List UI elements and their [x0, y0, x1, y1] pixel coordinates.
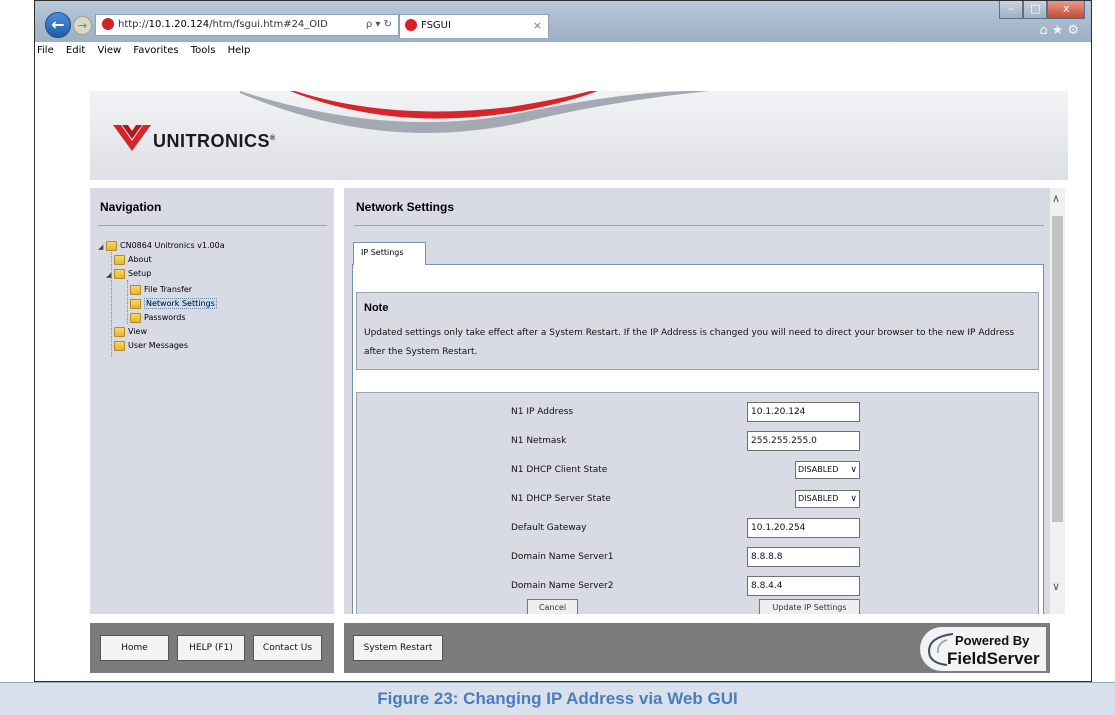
minimize-button[interactable]: –: [999, 1, 1024, 19]
page-content: UNITRONICS® Navigation ◢ CN0864 Unitronic…: [90, 61, 1068, 681]
back-button[interactable]: ←: [45, 12, 71, 38]
field-label: N1 IP Address: [511, 407, 574, 417]
forward-button[interactable]: →: [73, 16, 92, 35]
tree-item-passwords[interactable]: Passwords: [130, 312, 186, 324]
powered-by-text: Powered By: [955, 633, 1030, 648]
folder-icon: [114, 327, 125, 337]
url-prefix: http://: [118, 19, 149, 30]
url-path: /htm/fsgui.htm#24_OID: [209, 19, 328, 30]
field-label: N1 Netmask: [511, 436, 567, 446]
ip-settings-form: N1 IP Address 10.1.20.124 N1 Netmask 255…: [356, 392, 1039, 614]
contact-us-button[interactable]: Contact Us: [253, 635, 322, 661]
site-favicon-icon: [102, 18, 114, 30]
navigation-panel: Navigation ◢ CN0864 Unitronics v1.00a Abo…: [90, 188, 334, 614]
tab-close-icon[interactable]: ×: [533, 15, 542, 37]
main-panel: Network Settings IP Settings Note Update…: [344, 188, 1050, 614]
fieldserver-logo: Powered By FieldServer: [920, 627, 1046, 671]
scroll-up-icon[interactable]: ∧: [1052, 192, 1060, 205]
tree-line: [127, 280, 128, 324]
page-header: UNITRONICS®: [90, 91, 1068, 180]
menu-tools[interactable]: Tools: [191, 45, 216, 56]
note-title: Note: [364, 302, 389, 314]
update-ip-settings-button[interactable]: Update IP Settings: [759, 599, 860, 614]
forward-arrow-icon: →: [77, 19, 88, 32]
browser-tab[interactable]: FSGUI ×: [399, 14, 549, 38]
browser-window: ← → http://10.1.20.124/htm/fsgui.htm#24_…: [34, 0, 1092, 682]
footer-right: System Restart Powered By FieldServer: [344, 623, 1050, 673]
page-title: Network Settings: [356, 200, 455, 214]
cancel-button[interactable]: Cancel: [527, 599, 578, 614]
default-gateway-input[interactable]: 10.1.20.254: [747, 518, 860, 538]
tree-item-setup[interactable]: ◢ Setup: [106, 268, 151, 280]
field-label: Domain Name Server2: [511, 581, 614, 591]
dns1-input[interactable]: 8.8.8.8: [747, 547, 860, 567]
folder-icon: [130, 285, 141, 295]
tree-item-about[interactable]: About: [114, 254, 152, 266]
back-arrow-icon: ←: [51, 15, 65, 34]
menu-bar: File Edit View Favorites Tools Help: [35, 42, 1091, 61]
dhcp-server-select[interactable]: DISABLED ∨: [795, 490, 860, 508]
ip-settings-panel: Note Updated settings only take effect a…: [352, 264, 1044, 614]
folder-icon: [114, 255, 125, 265]
close-window-button[interactable]: x: [1047, 1, 1085, 19]
field-label: N1 DHCP Client State: [511, 465, 608, 475]
footer-left: Home HELP (F1) Contact Us: [90, 623, 334, 673]
collapse-icon[interactable]: ◢: [106, 269, 114, 281]
menu-file[interactable]: File: [37, 45, 54, 56]
note-text: Updated settings only take effect after …: [364, 328, 1015, 357]
window-controls: – □ x: [999, 1, 1085, 21]
tree-item-root[interactable]: ◢ CN0864 Unitronics v1.00a: [98, 240, 225, 252]
netmask-input[interactable]: 255.255.255.0: [747, 431, 860, 451]
system-restart-button[interactable]: System Restart: [353, 635, 443, 661]
maximize-button[interactable]: □: [1023, 1, 1048, 19]
field-label: N1 DHCP Server State: [511, 494, 611, 504]
home-favorites-settings-icon[interactable]: ⌂★⚙: [1039, 23, 1083, 38]
url-host: 10.1.20.124: [148, 19, 210, 30]
home-button[interactable]: Home: [100, 635, 169, 661]
tab-title: FSGUI: [421, 20, 451, 31]
menu-favorites[interactable]: Favorites: [133, 45, 178, 56]
collapse-icon[interactable]: ◢: [98, 241, 106, 253]
dhcp-client-select[interactable]: DISABLED ∨: [795, 461, 860, 479]
navigation-title: Navigation: [100, 200, 162, 214]
tree-item-view[interactable]: View: [114, 326, 147, 338]
menu-edit[interactable]: Edit: [66, 45, 85, 56]
menu-help[interactable]: Help: [228, 45, 251, 56]
scroll-down-icon[interactable]: ∨: [1052, 580, 1060, 593]
help-button[interactable]: HELP (F1): [177, 635, 245, 661]
ip-address-input[interactable]: 10.1.20.124: [747, 402, 860, 422]
brand-name: UNITRONICS®: [153, 131, 276, 151]
folder-icon: [130, 299, 141, 309]
folder-icon: [130, 313, 141, 323]
field-label: Domain Name Server1: [511, 552, 614, 562]
address-bar[interactable]: http://10.1.20.124/htm/fsgui.htm#24_OID …: [95, 14, 399, 36]
chevron-down-icon: ∨: [850, 494, 857, 504]
menu-view[interactable]: View: [97, 45, 121, 56]
tree-line: [111, 250, 112, 357]
fieldserver-text: FieldServer: [947, 649, 1040, 668]
tree-item-network-settings[interactable]: Network Settings: [130, 298, 217, 310]
vertical-scrollbar[interactable]: ∧ ∨: [1050, 188, 1065, 614]
folder-icon: [114, 269, 125, 279]
tree-item-file-transfer[interactable]: File Transfer: [130, 284, 192, 296]
field-label: Default Gateway: [511, 523, 587, 533]
folder-icon: [114, 341, 125, 351]
title-divider: [354, 225, 1044, 226]
note-box: Note Updated settings only take effect a…: [356, 292, 1039, 370]
dns2-input[interactable]: 8.8.4.4: [747, 576, 860, 596]
tab-favicon-icon: [405, 19, 417, 31]
folder-icon: [106, 241, 117, 251]
tab-ip-settings[interactable]: IP Settings: [353, 242, 426, 265]
search-refresh-icon[interactable]: ρ ▾ ↻: [366, 15, 392, 35]
tree-item-user-messages[interactable]: User Messages: [114, 340, 188, 352]
browser-titlebar: ← → http://10.1.20.124/htm/fsgui.htm#24_…: [35, 1, 1091, 42]
unitronics-logo-icon: [113, 125, 151, 151]
navigation-divider: [98, 225, 327, 226]
scroll-thumb[interactable]: [1052, 216, 1063, 522]
figure-caption: Figure 23: Changing IP Address via Web G…: [0, 682, 1115, 715]
chevron-down-icon: ∨: [850, 465, 857, 475]
